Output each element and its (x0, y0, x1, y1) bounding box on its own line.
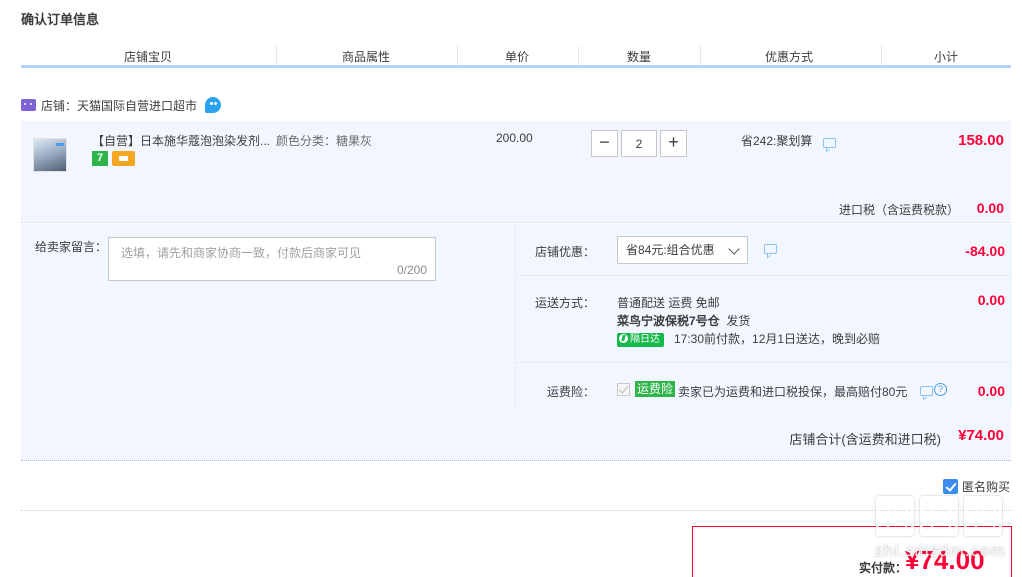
product-attribute: 颜色分类：糖果灰 (276, 134, 373, 148)
insurance-checkbox[interactable] (617, 383, 630, 396)
shop-total-label: 店铺合计(含运费和进口税) (789, 432, 941, 447)
comment-icon[interactable] (920, 386, 933, 396)
anonymous-purchase[interactable]: 匿名购买 (942, 478, 1010, 495)
shop-total-value: ¥74.00 (958, 427, 1004, 444)
import-tax-value: 0.00 (976, 200, 1004, 216)
product-name-link[interactable]: 【自营】日本施华蔻泡泡染发剂... (92, 132, 270, 149)
shipping-eta: 隔日达 17:30前付款，12月1日送达，晚到必赔 (617, 330, 880, 347)
chat-seller-icon[interactable] (205, 97, 222, 113)
unit-price: 200.00 (496, 131, 533, 145)
column-subtotal: 小计 (934, 50, 959, 64)
next-day-text: 隔日达 (630, 333, 660, 345)
shop-icon (21, 99, 36, 111)
delivery-promise: 17:30前付款，12月1日送达，晚到必赔 (674, 332, 881, 346)
item-discount: 省242:聚划算 (741, 134, 813, 148)
column-shop-items: 店铺宝贝 (124, 50, 173, 64)
shop-name-link[interactable]: 店铺：天猫国际自营进口超市 (41, 97, 197, 114)
shop-total-row: 店铺合计(含运费和进口税) ¥74.00 (21, 410, 1011, 461)
divider (21, 510, 1011, 511)
comment-icon[interactable] (764, 244, 777, 254)
options-panel: 店铺优惠： 省84元:组合优惠 -84.00 运送方式： 普通配送 运费 免邮 … (515, 224, 1012, 410)
warehouse-name: 菜鸟宁波保税7号仓 (617, 314, 720, 328)
help-icon[interactable]: ? (934, 383, 947, 396)
shipping-method: 普通配送 运费 免邮 (617, 296, 720, 310)
shop-row: 店铺：天猫国际自营进口超市 (21, 97, 222, 114)
quantity-input[interactable] (621, 130, 657, 157)
credit-card-icon (112, 151, 135, 166)
coupon-select[interactable]: 省84元:组合优惠 (617, 236, 748, 264)
remark-placeholder: 选填，请先和商家协商一致，付款后商家可见 (121, 246, 362, 260)
insurance-text: 卖家已为运费和进口税投保，最高赔付80元 (678, 385, 908, 399)
column-unit-price: 单价 (505, 50, 530, 64)
remark-input[interactable]: 选填，请先和商家协商一致，付款后商家可见 0/200 (108, 237, 436, 281)
lightning-icon (619, 333, 628, 343)
next-day-badge: 隔日达 (617, 332, 664, 347)
anonymous-checkbox[interactable] (942, 479, 958, 494)
shipping-value: 0.00 (977, 292, 1005, 308)
seven-day-return-icon: 7 (92, 151, 108, 166)
coupon-selected-value: 省84元:组合优惠 (626, 243, 715, 257)
column-attributes: 商品属性 (342, 50, 391, 64)
quantity-stepper: − + (591, 130, 687, 157)
page-title: 确认订单信息 (21, 12, 100, 27)
payment-summary: 实付款： ¥74.00 (692, 526, 1012, 577)
comment-icon[interactable] (823, 138, 836, 148)
insurance-row: 运费险： 运费险 卖家已为运费和进口税投保，最高赔付80元 ? 0.00 (516, 364, 1012, 410)
payment-label: 实付款： (859, 561, 908, 575)
insurance-label: 运费险： (546, 385, 595, 399)
item-subtotal: 158.00 (958, 132, 1004, 149)
payment-value: ¥74.00 (905, 545, 985, 575)
coupon-row: 店铺优惠： 省84元:组合优惠 -84.00 (516, 224, 1012, 276)
import-tax-label: 进口税（含运费税款） (838, 203, 959, 217)
product-thumbnail[interactable] (33, 138, 67, 172)
shipping-row: 运送方式： 普通配送 运费 免邮 菜鸟宁波保税7号仓 发货 隔日达 17:30前付… (516, 277, 1012, 363)
order-item-row: 【自营】日本施华蔻泡泡染发剂... 颜色分类：糖果灰 7 200.00 − + … (21, 121, 1011, 223)
quantity-decrease-button[interactable]: − (591, 130, 618, 157)
anonymous-label: 匿名购买 (961, 480, 1010, 494)
remark-label: 给卖家留言： (35, 240, 108, 254)
column-header: 店铺宝贝 商品属性 单价 数量 优惠方式 小计 (21, 46, 1011, 68)
remark-char-count: 0/200 (396, 263, 427, 277)
coupon-label: 店铺优惠： (534, 245, 595, 259)
chevron-down-icon (728, 243, 740, 255)
column-quantity: 数量 (627, 50, 652, 64)
column-discount: 优惠方式 (765, 50, 814, 64)
shipping-warehouse: 菜鸟宁波保税7号仓 发货 (617, 312, 750, 329)
quantity-increase-button[interactable]: + (660, 130, 687, 157)
insurance-value: 0.00 (977, 383, 1005, 399)
coupon-value: -84.00 (965, 243, 1005, 259)
insurance-badge: 运费险 (635, 381, 676, 397)
warehouse-ship-text: 发货 (726, 314, 751, 328)
order-options-block: 给卖家留言： 选填，请先和商家协商一致，付款后商家可见 0/200 店铺优惠： … (21, 224, 1012, 410)
shipping-label: 运送方式： (534, 296, 595, 310)
